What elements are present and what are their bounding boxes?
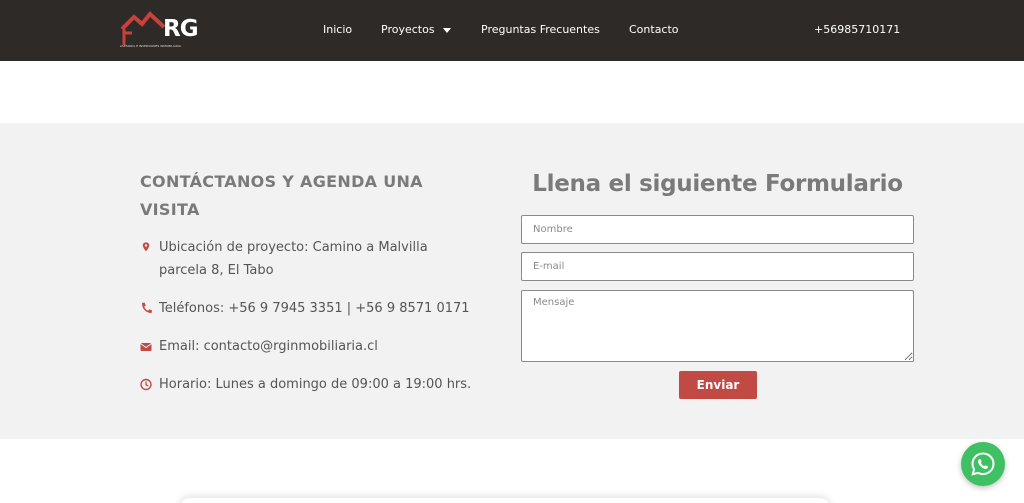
whatsapp-icon	[971, 452, 995, 476]
submit-button[interactable]: Enviar	[679, 371, 757, 399]
logo-subtitle: ASESORÍA E INVERSIONES INMOBILIARIA	[120, 44, 181, 48]
nav-proyectos[interactable]: Proyectos	[381, 23, 451, 36]
logo-text: RG	[163, 16, 199, 42]
info-email-text: Email: contacto@rginmobiliaria.cl	[159, 339, 378, 354]
info-phones: Teléfonos: +56 9 7945 3351 | +56 9 8571 …	[140, 297, 470, 320]
house-roof-icon	[120, 11, 166, 45]
contact-title: CONTÁCTANOS Y AGENDA UNA VISITA	[140, 172, 423, 219]
chevron-down-icon	[442, 27, 451, 33]
info-location: Ubicación de proyecto: Camino a Malvilla…	[140, 236, 450, 282]
nav-preguntas-frecuentes[interactable]: Preguntas Frecuentes	[481, 23, 600, 36]
message-textarea[interactable]	[521, 290, 914, 362]
info-phones-text: Teléfonos: +56 9 7945 3351 | +56 9 8571 …	[159, 301, 470, 316]
clock-icon	[140, 378, 152, 391]
contact-section: CONTÁCTANOS Y AGENDA UNA VISITA Ubicació…	[0, 123, 1024, 439]
info-hours: Horario: Lunes a domingo de 09:00 a 19:0…	[140, 373, 471, 396]
site-header: RG ASESORÍA E INVERSIONES INMOBILIARIA I…	[0, 0, 1024, 61]
info-location-text: Ubicación de proyecto: Camino a Malvilla…	[159, 240, 428, 278]
phone-icon	[142, 302, 152, 313]
header-phone-link[interactable]: +56985710171	[814, 23, 900, 36]
whatsapp-button[interactable]	[961, 442, 1005, 486]
form-title: Llena el siguiente Formulario	[532, 171, 903, 197]
nav-contacto[interactable]: Contacto	[629, 23, 679, 36]
bottom-card-edge	[180, 498, 830, 503]
info-email: Email: contacto@rginmobiliaria.cl	[140, 335, 378, 358]
map-pin-icon	[142, 242, 150, 252]
nav-inicio[interactable]: Inicio	[323, 23, 352, 36]
logo[interactable]: RG ASESORÍA E INVERSIONES INMOBILIARIA	[120, 11, 200, 49]
nav-proyectos-label: Proyectos	[381, 23, 435, 36]
info-hours-text: Horario: Lunes a domingo de 09:00 a 19:0…	[159, 377, 472, 392]
mail-icon	[140, 343, 152, 351]
name-input[interactable]	[521, 215, 914, 244]
email-input[interactable]	[521, 252, 914, 281]
